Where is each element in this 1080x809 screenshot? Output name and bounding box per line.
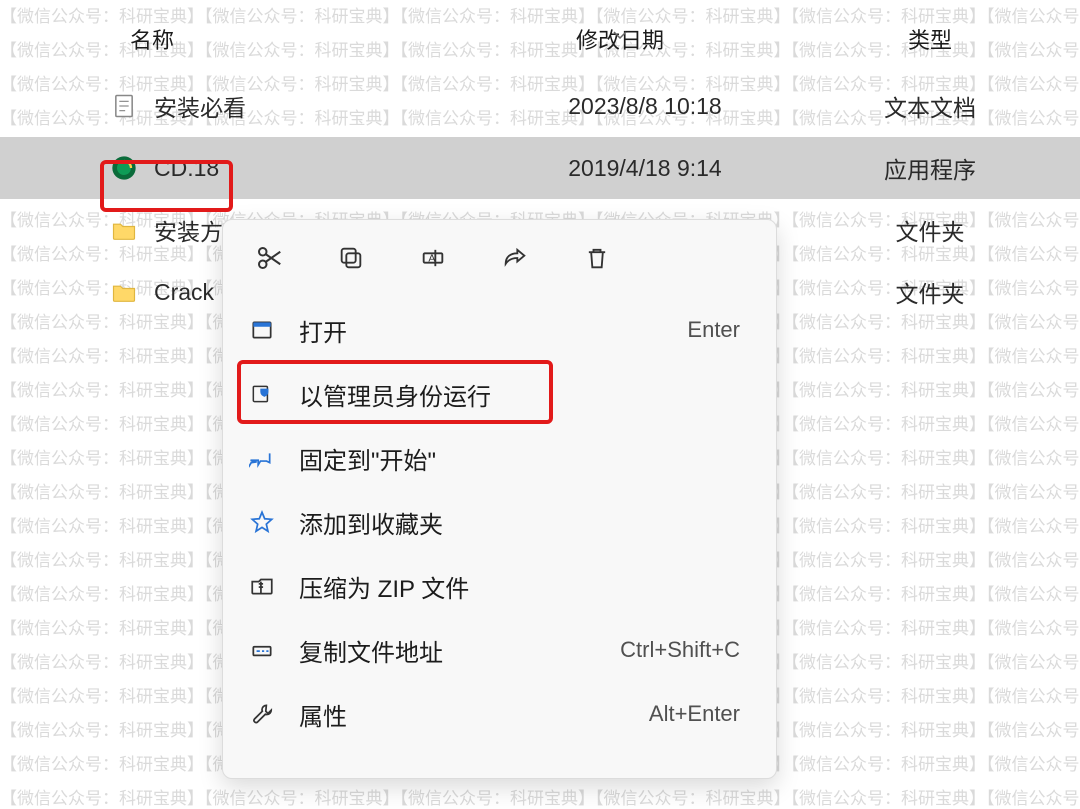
folder-icon — [110, 278, 138, 306]
menu-item-properties[interactable]: 属性 Alt+Enter — [223, 682, 776, 746]
menu-label: 打开 — [299, 313, 687, 348]
column-header-type[interactable]: 类型 — [780, 23, 1080, 55]
file-date: 2019/4/18 9:14 — [460, 155, 780, 182]
quick-action-row: A — [223, 228, 776, 288]
file-type: 文本文档 — [780, 89, 1080, 123]
rename-button[interactable]: A — [413, 238, 453, 278]
delete-button[interactable] — [577, 238, 617, 278]
rename-icon: A — [419, 244, 447, 272]
menu-item-copy-path[interactable]: 复制文件地址 Ctrl+Shift+C — [223, 618, 776, 682]
star-icon — [249, 509, 275, 535]
svg-text:A: A — [428, 253, 435, 265]
file-date: 2023/8/8 10:18 — [460, 93, 780, 120]
text-file-icon — [110, 92, 138, 120]
copy-button[interactable] — [331, 238, 371, 278]
context-menu: A 打开 Enter 以管理员身份运行 固定到"开 — [222, 219, 777, 779]
copy-path-icon — [249, 637, 275, 663]
scissors-icon — [254, 243, 284, 273]
copy-icon — [337, 244, 365, 272]
file-type: 文件夹 — [780, 275, 1080, 309]
column-header-name[interactable]: 名称 — [0, 23, 460, 55]
wrench-icon — [249, 701, 275, 727]
menu-shortcut: Alt+Enter — [649, 701, 750, 727]
menu-item-pin-start[interactable]: 固定到"开始" — [223, 426, 776, 490]
share-icon — [501, 244, 529, 272]
column-header-date[interactable]: 修改日期 — [460, 23, 780, 55]
column-header-row: 名称 修改日期 类型 — [0, 0, 1080, 55]
file-type: 应用程序 — [780, 151, 1080, 185]
menu-label: 属性 — [299, 697, 649, 732]
pin-icon — [249, 445, 275, 471]
share-button[interactable] — [495, 238, 535, 278]
file-row[interactable]: 安装必看 2023/8/8 10:18 文本文档 — [0, 75, 1080, 137]
file-name: 安装必看 — [150, 89, 460, 123]
menu-label: 复制文件地址 — [299, 633, 620, 668]
menu-shortcut: Ctrl+Shift+C — [620, 637, 750, 663]
trash-icon — [583, 244, 611, 272]
cut-button[interactable] — [249, 238, 289, 278]
menu-shortcut: Enter — [687, 317, 750, 343]
menu-item-open[interactable]: 打开 Enter — [223, 298, 776, 362]
highlight-box-filename — [100, 160, 233, 212]
menu-label: 固定到"开始" — [299, 441, 740, 476]
chevron-down-icon — [613, 31, 627, 39]
open-icon — [249, 317, 275, 343]
zip-icon — [249, 573, 275, 599]
highlight-box-menu-item — [237, 360, 553, 424]
menu-item-compress-zip[interactable]: 压缩为 ZIP 文件 — [223, 554, 776, 618]
file-type: 文件夹 — [780, 213, 1080, 247]
menu-item-add-favorite[interactable]: 添加到收藏夹 — [223, 490, 776, 554]
menu-label: 压缩为 ZIP 文件 — [299, 569, 740, 604]
menu-label: 添加到收藏夹 — [299, 505, 740, 540]
folder-icon — [110, 216, 138, 244]
